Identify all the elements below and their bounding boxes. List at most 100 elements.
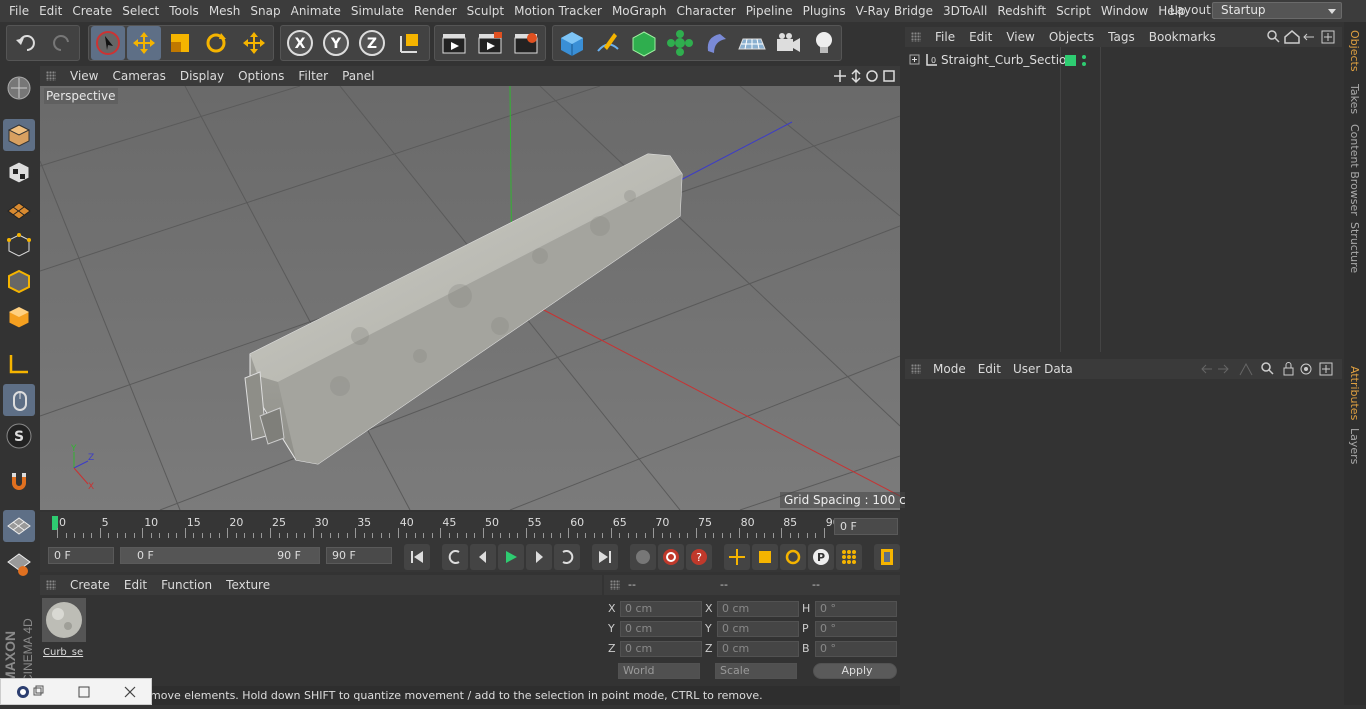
panel-grip-icon[interactable] xyxy=(911,32,921,42)
current-frame-field[interactable]: 0 F xyxy=(834,518,898,535)
start-frame-field[interactable]: 0 F xyxy=(48,547,114,564)
object-menu-tags[interactable]: Tags xyxy=(1108,30,1135,44)
menu-mesh[interactable]: Mesh xyxy=(208,4,248,18)
render-to-picture-viewer-button[interactable] xyxy=(473,26,507,60)
z-axis-lock-button[interactable]: Z xyxy=(355,26,389,60)
attribute-manager-tools[interactable] xyxy=(1198,361,1338,377)
key-scale-button[interactable] xyxy=(752,544,778,570)
next-key-button[interactable] xyxy=(554,544,580,570)
size-z-field[interactable]: 0 cm xyxy=(717,641,799,657)
object-menu-objects[interactable]: Objects xyxy=(1049,30,1094,44)
menu-sculpt[interactable]: Sculpt xyxy=(466,4,511,18)
snap-button[interactable] xyxy=(3,466,35,498)
close-icon[interactable] xyxy=(124,686,136,698)
material-menu-create[interactable]: Create xyxy=(70,578,110,592)
light-button[interactable] xyxy=(807,26,841,60)
panel-grip-icon[interactable] xyxy=(46,71,56,81)
floor-button[interactable] xyxy=(735,26,769,60)
transform-button[interactable] xyxy=(237,26,271,60)
timeline-window-button[interactable] xyxy=(874,544,900,570)
menu-snap[interactable]: Snap xyxy=(249,4,287,18)
subdivision-button[interactable] xyxy=(627,26,661,60)
material-menu-edit[interactable]: Edit xyxy=(124,578,147,592)
scale-button[interactable] xyxy=(163,26,197,60)
viewport-menu-cameras[interactable]: Cameras xyxy=(112,69,165,83)
previous-key-button[interactable] xyxy=(442,544,468,570)
object-menu-view[interactable]: View xyxy=(1006,30,1034,44)
menu-v-ray-bridge[interactable]: V-Ray Bridge xyxy=(855,4,940,18)
object-manager-tools[interactable] xyxy=(1266,29,1338,45)
menu-render[interactable]: Render xyxy=(413,4,464,18)
rot-b-field[interactable]: 0 ° xyxy=(815,641,897,657)
play-button[interactable] xyxy=(498,544,524,570)
pos-y-field[interactable]: 0 cm xyxy=(620,621,702,637)
tab-attributes[interactable]: Attributes xyxy=(1348,366,1361,420)
pos-z-field[interactable]: 0 cm xyxy=(620,641,702,657)
redo-button[interactable] xyxy=(45,26,79,60)
workplane-align-button[interactable] xyxy=(3,548,35,580)
rot-h-field[interactable]: 0 ° xyxy=(815,601,897,617)
coordinate-system-button[interactable] xyxy=(393,26,427,60)
move-button[interactable] xyxy=(127,26,161,60)
menu-file[interactable]: File xyxy=(8,4,36,18)
menu-mograph[interactable]: MoGraph xyxy=(611,4,674,18)
size-y-field[interactable]: 0 cm xyxy=(717,621,799,637)
timeline-ruler[interactable]: 0 5 10 15 20 25 30 35 40 45 50 55 60 65 70 75 80 85 90 xyxy=(40,512,900,542)
frame-range-slider[interactable]: 0 F 90 F xyxy=(120,547,320,564)
camera-button[interactable] xyxy=(771,26,805,60)
viewport-scene[interactable]: Y Z X xyxy=(40,86,900,510)
material-menu-function[interactable]: Function xyxy=(161,578,212,592)
viewport-menu-view[interactable]: View xyxy=(70,69,98,83)
record-active-objects-button[interactable] xyxy=(658,544,684,570)
edges-mode-button[interactable] xyxy=(3,265,35,297)
attr-menu-mode[interactable]: Mode xyxy=(933,362,966,376)
rotate-button[interactable] xyxy=(199,26,233,60)
material-swatch[interactable]: Curb_se xyxy=(42,598,86,658)
object-name[interactable]: Straight_Curb_Section xyxy=(941,53,1074,67)
tab-layers[interactable]: Layers xyxy=(1348,428,1361,464)
apply-button[interactable]: Apply xyxy=(813,663,897,679)
polygons-mode-button[interactable] xyxy=(3,301,35,333)
visibility-dots-icon[interactable] xyxy=(1081,54,1087,68)
mograph-cloner-button[interactable] xyxy=(663,26,697,60)
object-row[interactable]: 0 Straight_Curb_Section xyxy=(907,51,1339,69)
cube-button[interactable] xyxy=(555,26,589,60)
go-to-end-button[interactable] xyxy=(592,544,618,570)
autokey-button[interactable]: ? xyxy=(686,544,712,570)
end-frame-field[interactable]: 90 F xyxy=(326,547,392,564)
panel-grip-icon[interactable] xyxy=(46,580,56,590)
key-parameter-button[interactable]: P xyxy=(808,544,834,570)
y-axis-lock-button[interactable]: Y xyxy=(319,26,353,60)
motion-record-button[interactable] xyxy=(630,544,656,570)
viewport-menu-options[interactable]: Options xyxy=(238,69,284,83)
layer-color-swatch[interactable] xyxy=(1065,55,1076,66)
restore-icon[interactable] xyxy=(33,685,44,696)
panel-grip-icon[interactable] xyxy=(610,580,620,590)
go-to-start-button[interactable] xyxy=(404,544,430,570)
expand-null-icons[interactable]: 0 xyxy=(909,53,943,67)
axis-mode-button[interactable] xyxy=(3,348,35,380)
menu-create[interactable]: Create xyxy=(71,4,119,18)
previous-frame-button[interactable] xyxy=(470,544,496,570)
tab-objects[interactable]: Objects xyxy=(1348,30,1361,72)
viewport-menu-filter[interactable]: Filter xyxy=(298,69,328,83)
viewport-nav-icons[interactable] xyxy=(834,68,896,84)
viewport-menu-panel[interactable]: Panel xyxy=(342,69,374,83)
tab-content-browser[interactable]: Content Browser xyxy=(1348,124,1361,216)
menu-pipeline[interactable]: Pipeline xyxy=(745,4,800,18)
pos-x-field[interactable]: 0 cm xyxy=(620,601,702,617)
viewport-menu-display[interactable]: Display xyxy=(180,69,224,83)
menu-edit[interactable]: Edit xyxy=(38,4,69,18)
x-axis-lock-button[interactable]: X xyxy=(283,26,317,60)
material-menu-texture[interactable]: Texture xyxy=(226,578,270,592)
key-pla-button[interactable] xyxy=(836,544,862,570)
menu-3dtoall[interactable]: 3DToAll xyxy=(942,4,994,18)
layout-select[interactable]: Startup xyxy=(1212,2,1342,19)
live-select-button[interactable] xyxy=(91,26,125,60)
object-menu-edit[interactable]: Edit xyxy=(969,30,992,44)
menu-simulate[interactable]: Simulate xyxy=(350,4,411,18)
menu-redshift[interactable]: Redshift xyxy=(996,4,1053,18)
menu-tools[interactable]: Tools xyxy=(168,4,206,18)
solo-button[interactable]: S xyxy=(3,420,35,452)
rot-p-field[interactable]: 0 ° xyxy=(815,621,897,637)
